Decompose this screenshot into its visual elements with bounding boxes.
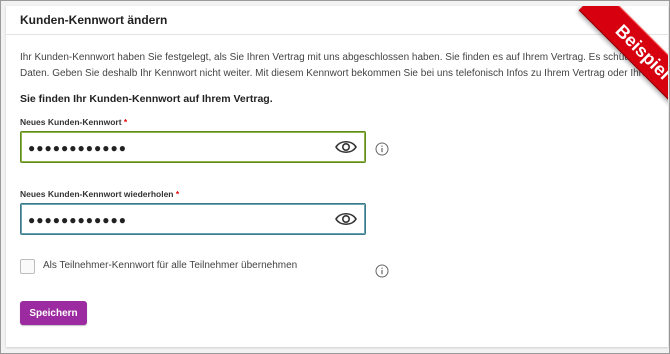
intro-line: Daten. Geben Sie deshalb Ihr Kennwort ni…: [20, 68, 668, 79]
new-password-label-text: Neues Kunden-Kennwort: [20, 117, 122, 127]
intro-text: Ihr Kunden-Kennwort haben Sie festgelegt…: [20, 50, 668, 82]
screenshot-frame: Kunden-Kennwort ändern Ihr Kunden-Kennwo…: [0, 0, 670, 354]
repeat-password-value: ●●●●●●●●●●●●: [28, 213, 127, 227]
teilnehmer-checkbox[interactable]: [20, 259, 35, 274]
password-change-card: Kunden-Kennwort ändern Ihr Kunden-Kennwo…: [6, 6, 668, 347]
example-ribbon-wrap: Beispiel: [548, 6, 668, 116]
intro-line: Ihr Kunden-Kennwort haben Sie festgelegt…: [20, 52, 668, 63]
required-mark: *: [123, 117, 128, 127]
info-icon[interactable]: [375, 142, 389, 156]
checkbox-label: Als Teilnehmer-Kennwort für alle Teilneh…: [43, 260, 298, 271]
eye-icon[interactable]: [335, 210, 357, 228]
repeat-password-label-text: Neues Kunden-Kennwort wiederholen: [20, 189, 174, 199]
repeat-password-label: Neues Kunden-Kennwort wiederholen *: [20, 189, 179, 199]
repeat-password-input[interactable]: ●●●●●●●●●●●●: [20, 203, 366, 235]
example-ribbon: Beispiel: [578, 6, 668, 116]
eye-icon[interactable]: [335, 138, 357, 156]
hint-text: Sie finden Ihr Kunden-Kennwort auf Ihrem…: [20, 93, 273, 105]
required-mark: *: [175, 189, 180, 199]
save-button[interactable]: Speichern: [20, 301, 87, 325]
new-password-input[interactable]: ●●●●●●●●●●●●: [20, 131, 366, 163]
card-title: Kunden-Kennwort ändern: [20, 13, 168, 27]
new-password-label: Neues Kunden-Kennwort *: [20, 117, 127, 127]
new-password-value: ●●●●●●●●●●●●: [28, 141, 127, 155]
info-icon[interactable]: [375, 264, 389, 278]
